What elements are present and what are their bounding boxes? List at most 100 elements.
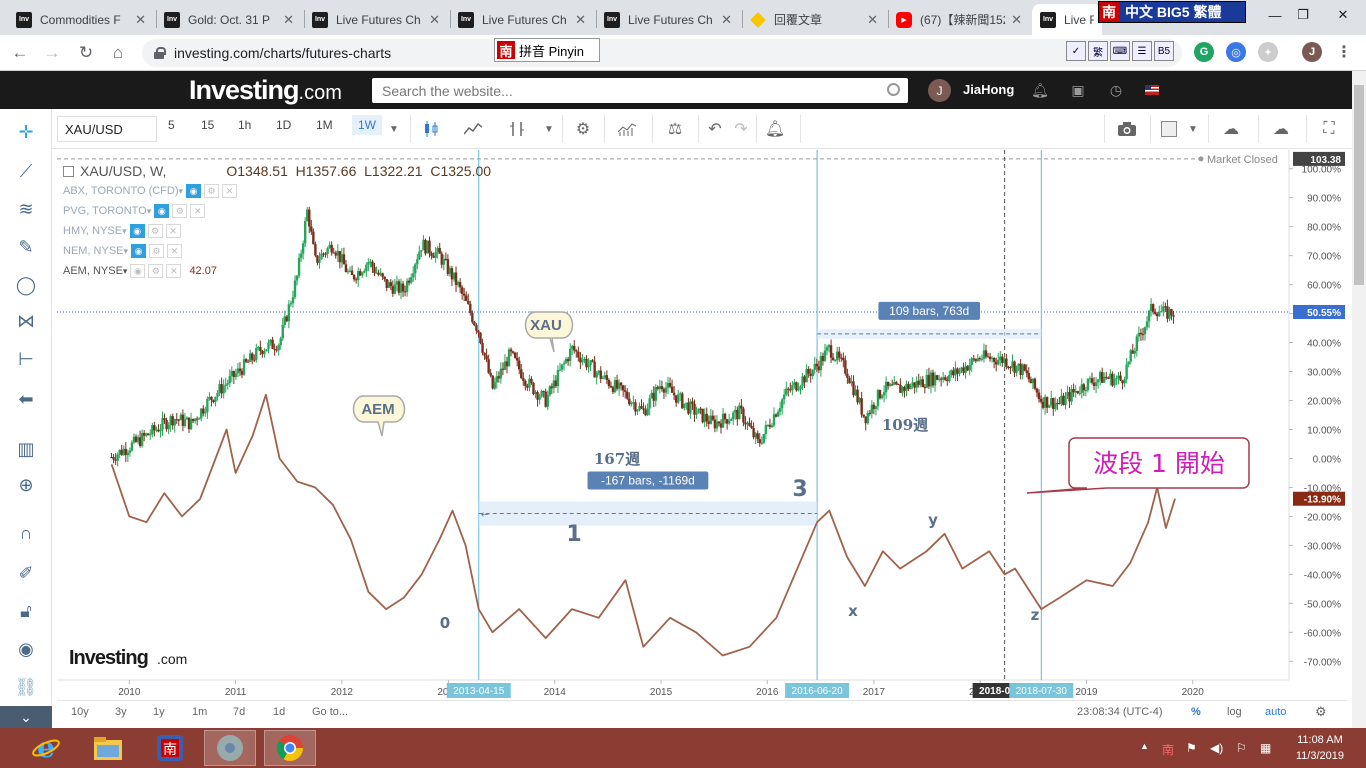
range-1y[interactable]: 1y [153,706,165,718]
browser-tab[interactable]: Inv Live Futures Ch ✕ [304,4,448,35]
alert-icon[interactable]: 🔔︎ [764,118,786,140]
browser-tab[interactable]: ▶ (67)【辣新聞152 ✕ [888,4,1030,35]
symbol-input[interactable]: XAU/USD [57,116,157,142]
browser-tab[interactable]: Inv Live Futures Ch ✕ [596,4,740,35]
indicators-icon[interactable] [616,118,638,140]
timeframe-5[interactable]: 5 [168,118,175,132]
timeframe-1W[interactable]: 1W [352,115,382,135]
search-icon[interactable] [887,83,900,96]
color-square-icon[interactable] [1158,118,1180,140]
study-eye-icon[interactable]: ◉ [154,204,170,218]
study-dropdown-icon[interactable]: ▾ [124,246,129,257]
study-eye-icon[interactable]: ◉ [129,224,145,238]
study-eye-icon[interactable]: ◉ [131,244,147,258]
fib-tool-icon[interactable]: ≋ [14,197,38,221]
measure-icon[interactable]: ⊢ [14,347,38,371]
crosshair-icon[interactable]: ✛ [14,120,38,144]
lock-icon[interactable]: 🔓︎ [14,599,38,623]
tray-ime-icon[interactable]: 南 [1162,741,1174,758]
menu-icon[interactable]: ⋮ [1334,42,1354,62]
file-explorer-icon[interactable] [82,730,134,766]
ime-app-icon[interactable]: 南 [144,730,196,766]
timeframe-15[interactable]: 15 [201,118,214,132]
close-tab-icon[interactable]: ✕ [575,12,586,28]
user-name[interactable]: JiaHong [963,82,1014,97]
settings-gear-icon[interactable]: ⚙ [572,118,594,140]
browser-tab[interactable]: Inv Gold: Oct. 31 P ✕ [156,4,302,35]
search-input[interactable]: Search the website... [372,78,908,103]
tray-network-icon[interactable]: ⚑ [1186,741,1197,755]
line-chart-icon[interactable] [462,118,484,140]
tray-keyboard-icon[interactable]: ▦ [1260,741,1271,755]
extension-icon[interactable]: ◎ [1226,42,1246,62]
candles-icon[interactable] [420,118,442,140]
ime-tool-icon[interactable]: ✓ [1066,41,1086,61]
study-settings-icon[interactable]: ⚙ [204,184,220,198]
timeframe-dropdown-icon[interactable]: ▼ [383,118,405,140]
chrome-icon[interactable] [264,730,316,766]
study-row[interactable]: ABX, TORONTO (CFD) ▾ ◉ ⚙ ✕ [63,181,491,201]
auto-toggle[interactable]: auto [1265,706,1286,718]
cloud-load-icon[interactable]: ☁ [1220,118,1242,140]
url-field[interactable]: investing.com/charts/futures-charts [142,39,1182,67]
study-settings-icon[interactable]: ⚙ [149,244,165,258]
ime-tool-icon[interactable]: ☰ [1132,41,1152,61]
grammarly-icon[interactable]: G [1194,42,1214,62]
close-tab-icon[interactable]: ✕ [1011,12,1022,28]
browser-tab[interactable]: 回覆文章 ✕ [742,4,886,35]
ime-input-indicator[interactable]: 南 拼音 Pinyin [494,38,600,62]
goto-button[interactable]: Go to... [312,706,348,718]
ime-tool-icon[interactable]: ⌨ [1110,41,1130,61]
draw-lock-icon[interactable]: ✐ [14,561,38,585]
taskbar-clock[interactable]: 11:08 AM 11/3/2019 [1296,732,1344,764]
range-3y[interactable]: 3y [115,706,127,718]
collapse-panel-icon[interactable]: ⌄ [0,706,52,728]
study-eye-icon[interactable]: ◉ [186,184,202,198]
bar-type-icon[interactable] [506,118,528,140]
reload-icon[interactable]: ↻ [74,41,98,65]
chart-settings-icon[interactable]: ⚙ [1315,704,1327,720]
tray-expand-icon[interactable]: ▲ [1140,741,1149,751]
collapse-legend-icon[interactable] [63,165,74,177]
home-icon[interactable]: ⌂ [106,41,130,65]
forward-icon[interactable]: → [40,41,64,65]
tool-group-icon[interactable]: ▥ [14,437,38,461]
study-eye-icon[interactable]: ◉ [130,264,146,278]
tray-flag-icon[interactable]: ⚐ [1236,741,1247,755]
study-remove-icon[interactable]: ✕ [167,244,183,258]
link-icon[interactable]: ⛓ [14,675,38,699]
close-tab-icon[interactable]: ✕ [283,12,294,28]
eye-icon[interactable]: ◉ [14,637,38,661]
study-dropdown-icon[interactable]: ▾ [123,266,128,277]
study-remove-icon[interactable]: ✕ [165,224,181,238]
ime-mode-indicator[interactable]: 南 中文 BIG5 繁體 [1098,1,1246,23]
arrow-left-icon[interactable]: ⬅ [14,387,38,411]
study-remove-icon[interactable]: ✕ [222,184,238,198]
camera-icon[interactable] [1116,118,1138,140]
timeframe-1h[interactable]: 1h [238,118,251,132]
browser-tab[interactable]: Inv Live Futures Ch ✕ [450,4,594,35]
page-scrollbar[interactable] [1352,71,1366,728]
color-dropdown-icon[interactable]: ▼ [1182,118,1204,140]
close-tab-icon[interactable]: ✕ [135,12,146,28]
study-remove-icon[interactable]: ✕ [190,204,206,218]
briefcase-icon[interactable]: ▣ [1070,82,1086,98]
pattern-icon[interactable]: ⋈ [14,309,38,333]
zoom-icon[interactable]: ⊕ [14,473,38,497]
callout-icon[interactable]: ◯ [14,273,38,297]
back-icon[interactable]: ← [8,41,32,65]
log-toggle[interactable]: log [1227,706,1242,718]
study-settings-icon[interactable]: ⚙ [172,204,188,218]
magnet-icon[interactable]: ∩ [14,521,38,545]
ie-icon[interactable]: e [20,730,72,766]
close-window-icon[interactable]: ✕ [1320,0,1366,30]
flag-us-icon[interactable] [1144,82,1160,98]
range-1d[interactable]: 1d [273,706,285,718]
site-logo[interactable]: Investing.com [189,75,342,106]
study-dropdown-icon[interactable]: ▾ [179,186,184,197]
study-remove-icon[interactable]: ✕ [166,264,182,278]
study-dropdown-icon[interactable]: ▾ [122,226,127,237]
extension-2-icon[interactable]: ✦ [1258,42,1278,62]
study-settings-icon[interactable]: ⚙ [148,264,164,278]
range-1m[interactable]: 1m [192,706,207,718]
